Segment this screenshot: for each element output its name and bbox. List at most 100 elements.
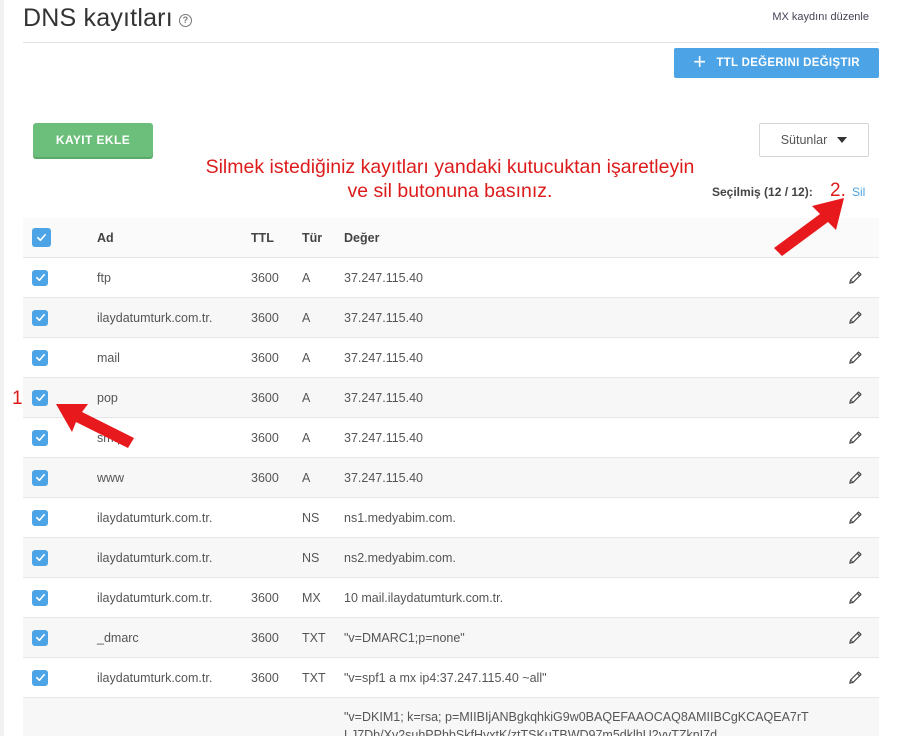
- pencil-icon[interactable]: [846, 268, 865, 287]
- table-row: _dmarc 3600 TXT "v=DMARC1;p=none": [23, 618, 879, 658]
- row-checkbox[interactable]: [32, 629, 48, 646]
- cell-ttl: 3600: [251, 390, 279, 405]
- instruction-line-2: ve sil butonuna basınız.: [347, 180, 553, 202]
- cell-ad: ilaydatumturk.com.tr.: [97, 670, 213, 685]
- row-checkbox[interactable]: [32, 509, 48, 526]
- cell-ad: pop: [97, 390, 118, 405]
- table-row: ilaydatumturk.com.tr. 3600 TXT "v=spf1 a mx…: [23, 658, 879, 698]
- cell-deger: 37.247.115.40: [344, 270, 424, 285]
- pencil-icon[interactable]: [846, 548, 865, 567]
- cell-ttl: 3600: [251, 670, 279, 685]
- instruction-line-1: Silmek istediğiniz kayıtları yandaki kut…: [205, 156, 695, 178]
- help-circle-icon[interactable]: ?: [178, 13, 192, 27]
- checkbox-checked-icon: [32, 629, 48, 646]
- table-row: pop 3600 A 37.247.115.40: [23, 378, 879, 418]
- row-checkbox[interactable]: [32, 549, 48, 566]
- pencil-icon[interactable]: [846, 588, 865, 607]
- cell-tur: TXT: [302, 670, 326, 685]
- cell-ad: _dmarc: [97, 630, 139, 645]
- cell-ad: www: [97, 470, 125, 485]
- columns-dropdown[interactable]: Sütunlar: [759, 123, 869, 157]
- change-ttl-button[interactable]: + TTL DEĞERINI DEĞIŞTIR: [674, 48, 879, 78]
- header-deger[interactable]: Değer: [344, 231, 379, 245]
- cell-tur: A: [302, 310, 311, 325]
- caret-down-icon: [837, 137, 848, 143]
- cell-ttl: 3600: [251, 430, 279, 445]
- cell-ttl: 3600: [251, 270, 279, 285]
- pencil-icon[interactable]: [846, 348, 865, 367]
- mx-edit-link[interactable]: MX kaydını düzenle: [772, 11, 869, 23]
- table-row: ilaydatumturk.com.tr. NS ns1.medyabim.com.: [23, 498, 879, 538]
- delete-link[interactable]: Sil: [852, 185, 865, 199]
- cell-tur: MX: [302, 590, 321, 605]
- cell-deger: ns2.medyabim.com.: [344, 550, 456, 565]
- page-title: DNS kayıtları: [23, 4, 173, 32]
- change-ttl-label: TTL DEĞERINI DEĞIŞTIR: [716, 57, 860, 69]
- checkbox-checked-icon: [32, 349, 48, 366]
- table-row: ilaydatumturk.com.tr. 3600 A 37.247.115.40: [23, 298, 879, 338]
- checkbox-checked-icon: [32, 589, 48, 606]
- cell-deger: ns1.medyabim.com.: [344, 510, 456, 525]
- cell-tur: TXT: [302, 630, 326, 645]
- checkbox-checked-icon: [32, 228, 51, 247]
- cell-deger: 37.247.115.40: [344, 350, 424, 365]
- pencil-icon[interactable]: [846, 628, 865, 647]
- row-checkbox[interactable]: [32, 469, 48, 486]
- columns-label: Sütunlar: [780, 133, 828, 147]
- checkbox-checked-icon: [32, 309, 48, 326]
- checkbox-checked-icon: [32, 429, 48, 446]
- table-row: "v=DKIM1; k=rsa; p=MIIBIjANBgkqhkiG9w0BA…: [23, 698, 879, 736]
- cell-tur: A: [302, 350, 311, 365]
- cell-tur: A: [302, 390, 311, 405]
- cell-tur: NS: [302, 510, 320, 525]
- pencil-icon[interactable]: [846, 388, 865, 407]
- table-row: ilaydatumturk.com.tr. NS ns2.medyabim.com.: [23, 538, 879, 578]
- header-ttl[interactable]: TTL: [251, 231, 274, 245]
- pencil-icon[interactable]: [846, 428, 865, 447]
- cell-tur: NS: [302, 550, 320, 565]
- row-checkbox[interactable]: [32, 309, 48, 326]
- row-checkbox[interactable]: [32, 429, 48, 446]
- cell-deger: 10 mail.ilaydatumturk.com.tr.: [344, 590, 504, 605]
- cell-deger: 37.247.115.40: [344, 470, 424, 485]
- pencil-icon[interactable]: [846, 308, 865, 327]
- plus-icon: +: [693, 49, 707, 74]
- cell-deger: "v=DMARC1;p=none": [344, 630, 465, 645]
- cell-deger: 37.247.115.40: [344, 390, 424, 405]
- cell-ad: ilaydatumturk.com.tr.: [97, 310, 213, 325]
- row-checkbox[interactable]: [32, 589, 48, 606]
- cell-ad: ilaydatumturk.com.tr.: [97, 550, 213, 565]
- cell-ttl: 3600: [251, 590, 279, 605]
- cell-deger: "v=DKIM1; k=rsa; p=MIIBIjANBgkqhkiG9w0BA…: [344, 710, 809, 736]
- cell-deger: "v=spf1 a mx ip4:37.247.115.40 ~all": [344, 670, 547, 685]
- row-checkbox[interactable]: [32, 269, 48, 286]
- checkbox-checked-icon: [32, 669, 48, 686]
- cell-tur: A: [302, 270, 311, 285]
- cell-deger: 37.247.115.40: [344, 430, 424, 445]
- cell-tur: A: [302, 470, 311, 485]
- row-checkbox[interactable]: [32, 669, 48, 686]
- row-checkbox[interactable]: [32, 349, 48, 366]
- cell-tur: A: [302, 430, 311, 445]
- table-row: www 3600 A 37.247.115.40: [23, 458, 879, 498]
- cell-ttl: 3600: [251, 310, 279, 325]
- cell-ad: mail: [97, 350, 120, 365]
- table-row: ilaydatumturk.com.tr. 3600 MX 10 mail.ilayd…: [23, 578, 879, 618]
- select-all-checkbox[interactable]: [32, 228, 51, 247]
- add-record-button[interactable]: KAYIT EKLE: [33, 123, 153, 157]
- cell-ad: ilaydatumturk.com.tr.: [97, 510, 213, 525]
- header-divider: [23, 42, 879, 43]
- checkbox-checked-icon: [32, 389, 48, 406]
- pencil-icon[interactable]: [846, 508, 865, 527]
- header-ad[interactable]: Ad: [97, 231, 114, 245]
- row-checkbox[interactable]: [32, 389, 48, 406]
- title-area: DNS kayıtları ?: [23, 4, 192, 33]
- cell-deger: 37.247.115.40: [344, 310, 424, 325]
- cell-ttl: 3600: [251, 630, 279, 645]
- checkbox-checked-icon: [32, 469, 48, 486]
- pencil-icon[interactable]: [846, 668, 865, 687]
- header-tur[interactable]: Tür: [302, 231, 322, 245]
- cell-ad: ftp: [97, 270, 111, 285]
- pencil-icon[interactable]: [846, 468, 865, 487]
- table-row: ftp 3600 A 37.247.115.40: [23, 258, 879, 298]
